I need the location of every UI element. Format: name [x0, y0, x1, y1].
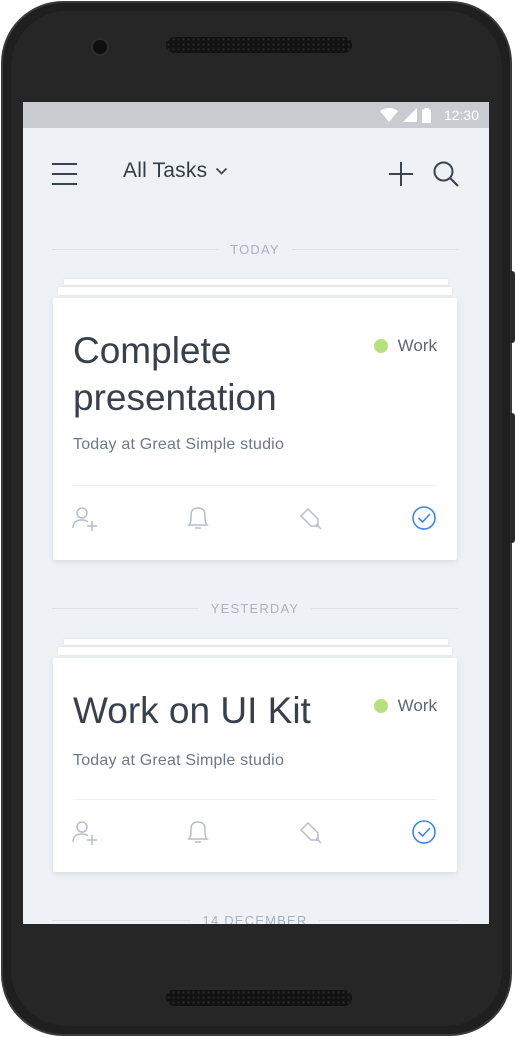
assign-user-icon: [72, 821, 97, 845]
complete-task-button[interactable]: [409, 817, 439, 847]
status-time: 12:30: [443, 107, 479, 123]
task-title: Complete presentation: [73, 330, 277, 418]
bottom-speaker: [166, 990, 352, 1006]
status-bar: 12:30: [23, 102, 489, 128]
volume-button: [510, 413, 515, 543]
power-button: [510, 271, 515, 343]
section-label: TODAY: [230, 241, 280, 257]
check-circle-icon: [412, 506, 436, 530]
tag-color-dot: [373, 339, 388, 353]
wifi-icon: [380, 108, 398, 122]
section-header-14-december: 14 DECEMBER: [52, 912, 459, 925]
task-card[interactable]: Complete presentation Work Today at Grea…: [53, 298, 457, 560]
tag-color-dot: [373, 699, 388, 713]
menu-button[interactable]: [52, 163, 78, 185]
search-button[interactable]: [432, 160, 460, 188]
section-label: YESTERDAY: [210, 600, 300, 616]
bell-icon: [187, 821, 209, 843]
task-card-stack: Work on UI Kit Work Today at Great Simpl…: [53, 639, 457, 875]
tag-icon: [299, 821, 322, 844]
tag-button[interactable]: [295, 817, 325, 847]
tag-icon: [299, 507, 322, 530]
search-icon: [433, 161, 459, 187]
card-divider: [73, 485, 437, 486]
task-card-stack: Complete presentation Work Today at Grea…: [53, 279, 457, 563]
app-bar: All Tasks: [23, 128, 489, 220]
page-title: All Tasks: [123, 159, 208, 182]
check-circle-icon: [412, 820, 436, 844]
card-divider: [73, 799, 437, 800]
reminder-button[interactable]: [183, 817, 213, 847]
signal-icon: [403, 108, 417, 122]
app-screen: 12:30 All Tasks TODAY Complete presentat…: [23, 102, 489, 924]
assign-user-button[interactable]: [70, 817, 100, 847]
assign-user-icon: [72, 507, 97, 531]
task-subtitle: Today at Great Simple studio: [73, 436, 285, 453]
menu-icon: [52, 163, 77, 165]
task-actions: [53, 817, 457, 847]
plus-icon: [389, 162, 413, 186]
section-label: 14 DECEMBER: [202, 912, 308, 925]
task-subtitle: Today at Great Simple studio: [73, 752, 285, 769]
front-camera: [91, 38, 109, 56]
section-header-yesterday: YESTERDAY: [52, 600, 459, 616]
section-header-today: TODAY: [52, 241, 458, 257]
task-actions: [53, 503, 457, 533]
task-tag[interactable]: Work: [373, 696, 437, 716]
task-card[interactable]: Work on UI Kit Work Today at Great Simpl…: [53, 658, 457, 872]
task-tag[interactable]: Work: [373, 336, 437, 356]
earpiece-speaker: [166, 37, 352, 53]
tag-label: Work: [397, 336, 437, 355]
chevron-down-icon: [216, 167, 228, 175]
assign-user-button[interactable]: [70, 503, 100, 533]
reminder-button[interactable]: [183, 503, 213, 533]
tag-label: Work: [397, 696, 437, 715]
status-icons: [380, 107, 431, 123]
bell-icon: [187, 507, 209, 529]
task-title: Work on UI Kit: [73, 690, 311, 731]
tag-button[interactable]: [295, 503, 325, 533]
task-filter-dropdown[interactable]: All Tasks: [123, 159, 228, 183]
battery-icon: [422, 107, 431, 123]
complete-task-button[interactable]: [409, 503, 439, 533]
add-task-button[interactable]: [387, 160, 415, 188]
